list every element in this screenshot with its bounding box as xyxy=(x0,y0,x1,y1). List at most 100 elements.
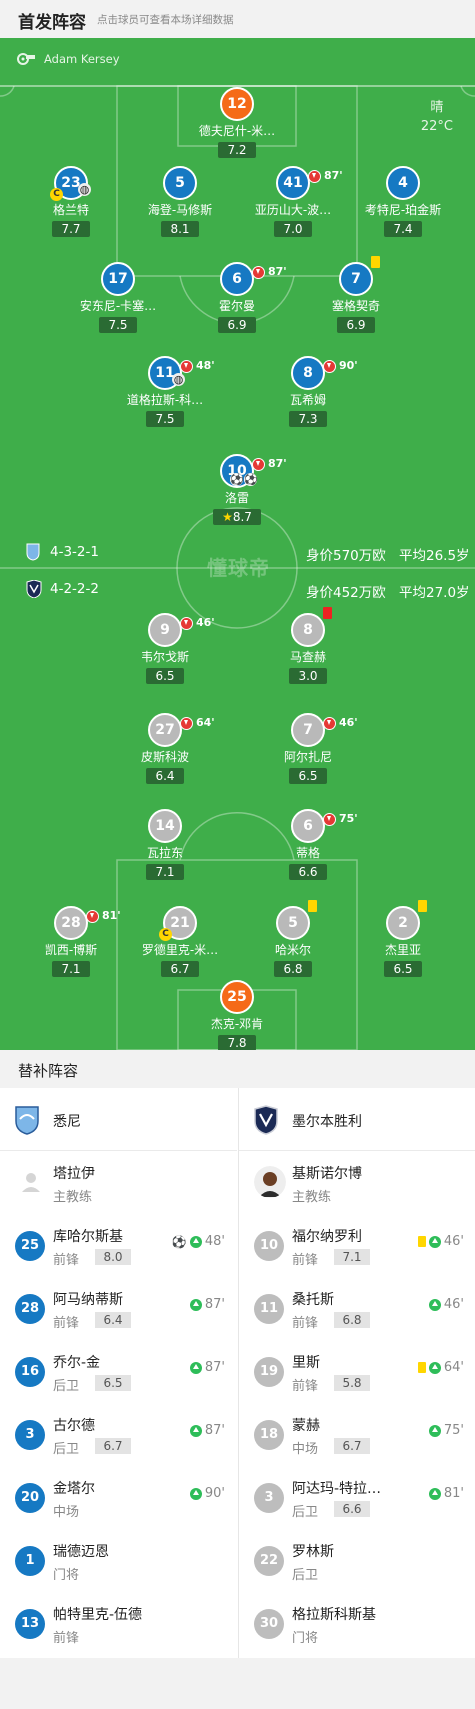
sub-name: 古尔德 xyxy=(53,1418,95,1434)
player-name: 道格拉斯-科… xyxy=(126,393,204,407)
sub-in-icon xyxy=(428,1487,441,1500)
player-away-4[interactable]: 14 瓦拉东 7.1 xyxy=(105,809,225,880)
player-rating: 8.1 xyxy=(161,221,199,237)
sub-row[interactable]: 10 福尔纳罗利 前锋 7.1 46' xyxy=(239,1214,475,1277)
sub-name: 里斯 xyxy=(292,1355,320,1371)
sub-events: 87' xyxy=(189,1360,225,1375)
player-rating: 6.8 xyxy=(274,961,312,977)
player-number: 23 C ◍ xyxy=(50,166,91,201)
home-value: 身价570万欧 xyxy=(306,548,386,564)
sub-row[interactable]: 11 桑托斯 前锋 6.8 46' xyxy=(239,1277,475,1340)
yellow-card-icon xyxy=(417,1236,426,1247)
player-name: 杰克-邓肯 xyxy=(210,1017,264,1031)
away-subs-team[interactable]: 墨尔本胜利 xyxy=(239,1088,475,1151)
sub-in-icon xyxy=(428,1298,441,1311)
yellow-card-icon xyxy=(371,256,380,268)
player-away-1[interactable]: 8 马查赫 3.0 xyxy=(248,607,368,684)
player-number: 10 87' ⚽ ⚽ xyxy=(220,454,287,488)
sub-row[interactable]: 13 帕特里克-伍德 前锋 xyxy=(0,1592,237,1655)
sub-out-icon xyxy=(323,812,336,826)
player-rating: 3.0 xyxy=(289,668,327,684)
player-home-1[interactable]: 23 C ◍ 格兰特 7.7 xyxy=(11,166,131,237)
player-away-2[interactable]: 27 64' 皮斯科波 6.4 xyxy=(105,713,225,784)
sub-events: ⚽ 48' xyxy=(171,1234,225,1249)
player-home-9[interactable]: 8 90' 瓦希姆 7.3 xyxy=(248,356,368,427)
player-away-5[interactable]: 6 75' 蒂格 6.6 xyxy=(248,809,368,880)
lineup-title: 首发阵容 xyxy=(18,13,86,33)
player-home-2[interactable]: 5 海登-马修斯 8.1 xyxy=(120,166,240,237)
sub-in-icon xyxy=(189,1235,202,1248)
player-home-7[interactable]: 7 塞格契奇 6.9 xyxy=(296,256,416,333)
lineup-subtitle: 点击球员可查看本场详细数据 xyxy=(97,14,234,26)
player-away-0[interactable]: 9 46' 韦尔戈斯 6.5 xyxy=(105,613,225,684)
sub-row[interactable]: 22 罗林斯 后卫 xyxy=(239,1529,475,1592)
sub-rating: 6.7 xyxy=(334,1438,370,1454)
goal-icon: ⚽ xyxy=(171,1234,187,1249)
sub-name: 帕特里克-伍德 xyxy=(53,1607,143,1623)
coach-role: 主教练 xyxy=(292,1190,332,1205)
player-rating: 7.5 xyxy=(99,317,137,333)
player-home-6[interactable]: 6 87' 霍尔曼 6.9 xyxy=(177,262,297,333)
sub-row[interactable]: 30 格拉斯科斯基 门将 xyxy=(239,1592,475,1655)
sub-name: 库哈尔斯基 xyxy=(53,1229,123,1245)
player-away-10[interactable]: 25 杰克-邓肯 7.8 xyxy=(177,980,297,1050)
sub-number: 3 xyxy=(15,1420,45,1450)
player-rating: 6.9 xyxy=(218,317,256,333)
player-home-0[interactable]: 12 德夫尼什-米… 7.2 xyxy=(177,87,297,158)
sub-name: 蒙赫 xyxy=(292,1418,320,1434)
player-rating: 6.5 xyxy=(384,961,422,977)
player-home-8[interactable]: 11 48' ◍ 道格拉斯-科… 7.5 xyxy=(105,356,225,427)
home-coach[interactable]: 塔拉伊 主教练 xyxy=(0,1151,237,1214)
player-rating: 6.4 xyxy=(146,768,184,784)
sub-events: 46' xyxy=(428,1297,464,1312)
away-team-info: 4-2-2-2 身价452万欧 平均27.0岁 xyxy=(0,580,475,601)
home-subs-team[interactable]: 悉尼 xyxy=(0,1088,237,1151)
sub-out-event: 87' xyxy=(308,161,343,191)
sub-position: 前锋 xyxy=(292,1379,319,1394)
sub-out-icon xyxy=(252,265,265,279)
player-rating: 6.5 xyxy=(146,668,184,684)
sub-position: 前锋 xyxy=(53,1631,80,1646)
player-away-8[interactable]: 5 哈米尔 6.8 xyxy=(233,900,353,977)
sub-row[interactable]: 3 古尔德 后卫 6.7 87' xyxy=(0,1403,237,1466)
sub-row[interactable]: 18 蒙赫 中场 6.7 75' xyxy=(239,1403,475,1466)
sub-name: 瑞德迈恩 xyxy=(53,1544,109,1560)
away-coach[interactable]: 基斯诺尔博 主教练 xyxy=(239,1151,475,1214)
sub-number: 18 xyxy=(254,1420,284,1450)
sub-row[interactable]: 3 阿达玛-特拉… 后卫 6.6 81' xyxy=(239,1466,475,1529)
sub-row[interactable]: 25 库哈尔斯基 前锋 8.0 ⚽ 48' xyxy=(0,1214,237,1277)
player-rating: 7.5 xyxy=(146,411,184,427)
sub-row[interactable]: 19 里斯 前锋 5.8 64' xyxy=(239,1340,475,1403)
player-name: 皮斯科波 xyxy=(140,750,189,764)
player-away-9[interactable]: 2 杰里亚 6.5 xyxy=(343,900,463,977)
home-team-name: 悉尼 xyxy=(53,1114,81,1130)
sub-out-icon xyxy=(252,457,265,471)
ball-icon: ◍ xyxy=(78,183,91,196)
sub-number: 11 xyxy=(254,1294,284,1324)
subs-panel: 悉尼 塔拉伊 主教练 25 库哈尔斯基 前锋 8.0 ⚽ 48' 28 阿马纳蒂斯… xyxy=(0,1088,475,1658)
player-away-3[interactable]: 7 46' 阿尔扎尼 6.5 xyxy=(248,713,368,784)
sub-row[interactable]: 1 瑞德迈恩 门将 xyxy=(0,1529,237,1592)
home-avg-age: 平均26.5岁 xyxy=(399,548,470,564)
pitch: Adam Kersey 晴 22°C 12 德夫尼什-米… 7.2 23 C ◍… xyxy=(0,38,475,1050)
player-away-6[interactable]: 28 81' 凯西-博斯 7.1 xyxy=(11,906,131,977)
player-home-4[interactable]: 4 考特尼-珀金斯 7.4 xyxy=(343,166,463,237)
player-home-10[interactable]: 10 87' ⚽ ⚽ 洛雷 ★8.7 xyxy=(177,454,297,525)
sub-in-icon xyxy=(428,1424,441,1437)
sub-row[interactable]: 16 乔尔-金 后卫 6.5 87' xyxy=(0,1340,237,1403)
player-away-7[interactable]: 21 C 罗德里克-米… 6.7 xyxy=(120,906,240,977)
player-rating: 7.0 xyxy=(274,221,312,237)
sub-out-icon xyxy=(323,716,336,730)
sub-number: 16 xyxy=(15,1357,45,1387)
player-home-5[interactable]: 17 安东尼-卡塞… 7.5 xyxy=(58,262,178,333)
sub-number: 22 xyxy=(254,1546,284,1576)
player-home-3[interactable]: 41 87' 亚历山大-波… 7.0 xyxy=(233,166,353,237)
player-number: 2 xyxy=(386,900,427,940)
sub-events: 81' xyxy=(428,1486,464,1501)
sub-row[interactable]: 20 金塔尔 中场 90' xyxy=(0,1466,237,1529)
sub-events: 64' xyxy=(417,1360,464,1375)
player-number: 21 C xyxy=(159,906,197,941)
player-name: 霍尔曼 xyxy=(218,299,255,313)
sub-row[interactable]: 28 阿马纳蒂斯 前锋 6.4 87' xyxy=(0,1277,237,1340)
sub-position: 前锋 xyxy=(53,1253,80,1268)
